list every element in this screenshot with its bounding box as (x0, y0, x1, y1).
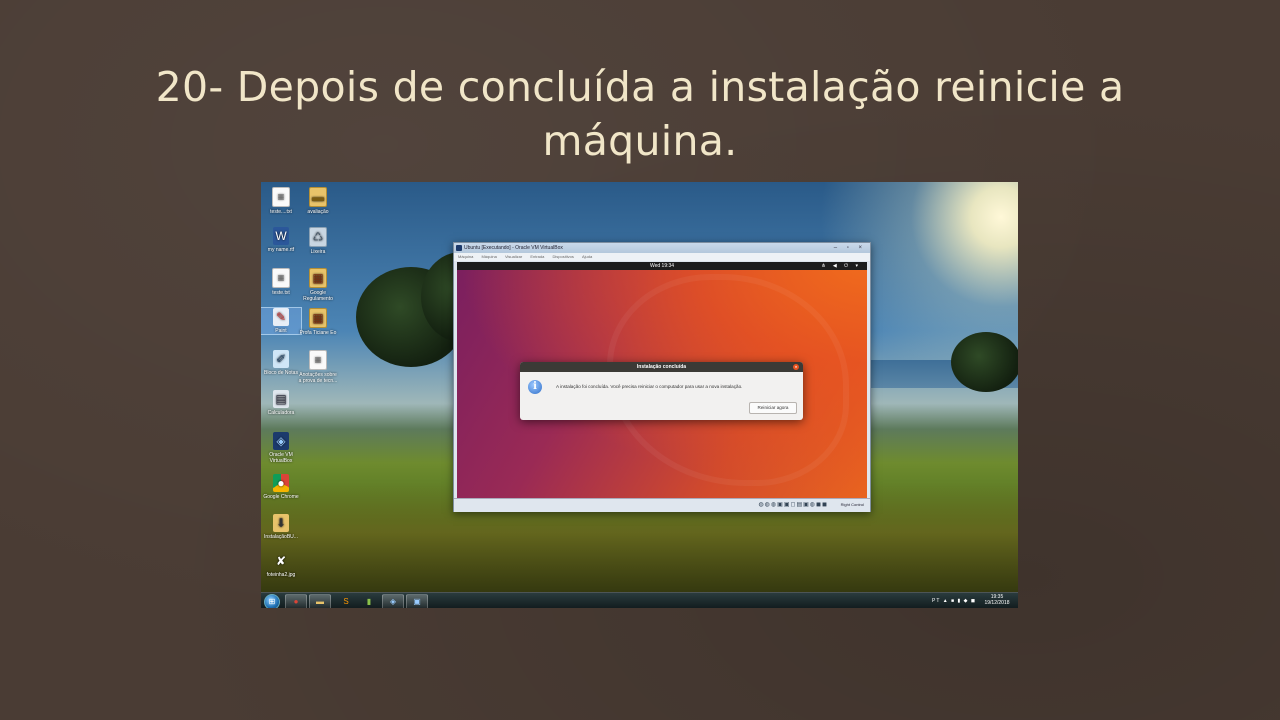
restart-now-button[interactable]: Reiniciar agora (749, 402, 797, 414)
desktop-icon-label: Bloco de Notas (264, 370, 298, 376)
window-controls[interactable]: – ▫ × (834, 243, 866, 253)
status-device-icons[interactable]: ◍◍◍▣▣◻▤▣◍◼◼ (758, 499, 828, 511)
dialog-message: A instalação foi concluída. Você precisa… (556, 384, 743, 389)
calculator-icon: ▤ (273, 390, 289, 408)
zip-folder-icon: ▦ (309, 308, 327, 328)
recycle-bin-icon: ♺ (309, 227, 327, 247)
guest-screen[interactable]: Wed 19:34 ⋔ ◀ ⏻ ▾ Instalação concluída ×… (457, 262, 867, 498)
system-tray: PT ▲ ■ ▮ ◆ ◼ 19:35 19/12/2018 (914, 594, 1014, 608)
taskbar-virtualbox-vm[interactable]: ▣ (406, 594, 428, 608)
installer-icon: ⬇ (273, 514, 289, 532)
taskbar-app[interactable]: ▮ (358, 594, 380, 608)
slide-title: 20- Depois de concluída a instalação rei… (140, 60, 1140, 168)
taskbar-clock[interactable]: 19:35 19/12/2018 (980, 594, 1014, 606)
desktop-icon-anotacoes[interactable]: ≡ Anotações sobre a prova de tecn... (298, 350, 338, 384)
desktop-icon-instalacao[interactable]: ⬇ InstalaçãoBU... (261, 514, 301, 540)
screenshot: ≡ teste....txt ▬ avaliação W my name.rtf… (261, 182, 1018, 608)
desktop-icon-google-regulamento[interactable]: ▦ Google Regulamento (298, 268, 338, 302)
slide-title-line1: 20- Depois de concluída a instalação rei… (155, 63, 1125, 111)
taskbar-chrome[interactable]: ● (285, 594, 307, 608)
installation-complete-dialog: Instalação concluída × i A instalação fo… (520, 362, 803, 420)
dialog-title: Instalação concluída × (520, 362, 803, 372)
dialog-title-text: Instalação concluída (636, 364, 687, 370)
desktop-icon-label: Lixeira (310, 249, 326, 255)
text-file-icon: ≡ (272, 187, 290, 207)
taskbar-sublime[interactable]: S (335, 594, 357, 608)
desktop-icon-label: Calculadora (267, 410, 295, 416)
virtualbox-statusbar: ◍◍◍▣▣◻▤▣◍◼◼ Right Control (454, 498, 870, 512)
paint-icon: ✎ (273, 308, 289, 326)
desktop-icon-label: teste.txt (272, 290, 290, 296)
notepad-icon: ✐ (273, 350, 289, 368)
taskbar-virtualbox[interactable]: ◈ (382, 594, 404, 608)
desktop-icon-avaliacao[interactable]: ▬ avaliação (298, 187, 338, 215)
virtualbox-icon (456, 245, 462, 251)
image-file-icon: ✘ (275, 554, 287, 568)
menu-item[interactable]: Dispositivos (552, 254, 573, 259)
desktop-icon-calculadora[interactable]: ▤ Calculadora (261, 390, 301, 416)
desktop-icon-label: Oracle VM VirtualBox (269, 452, 293, 464)
clock-date: 19/12/2018 (984, 600, 1010, 606)
desktop-icon-teste-txt[interactable]: ≡ teste....txt (261, 187, 301, 215)
desktop-icon-label: my name.rtf (267, 247, 295, 253)
taskbar: ⊞ ● ▬ S ▮ ◈ ▣ PT ▲ ■ ▮ ◆ ◼ 19:35 19/12/2… (261, 592, 1018, 608)
slide-title-line2: máquina. (542, 117, 738, 165)
virtualbox-title: Ubuntu [Executando] - Oracle VM VirtualB… (464, 245, 563, 251)
menu-item[interactable]: Máquina (458, 254, 473, 259)
desktop-icon-my-name[interactable]: W my name.rtf (261, 227, 301, 253)
text-file-icon: ≡ (272, 268, 290, 288)
wallpaper-tree (951, 332, 1018, 392)
virtualbox-window[interactable]: Ubuntu [Executando] - Oracle VM VirtualB… (453, 242, 871, 512)
word-document-icon: W (273, 227, 289, 245)
menu-item[interactable]: Visualizar (505, 254, 522, 259)
menu-item[interactable]: Ajuda (582, 254, 592, 259)
desktop-icon-label: foteinha2.jpg (266, 572, 296, 578)
desktop-icon-label: InstalaçãoBU... (264, 534, 298, 540)
menu-item[interactable]: Máquina (481, 254, 496, 259)
text-file-icon: ≡ (309, 350, 327, 370)
desktop-icon-chrome[interactable]: ● Google Chrome (261, 474, 301, 500)
desktop-icon-teste[interactable]: ≡ teste.txt (261, 268, 301, 296)
desktop-icon-label: Google Chrome (263, 494, 299, 500)
host-key-label: Right Control (840, 502, 864, 507)
desktop-icon-lixeira[interactable]: ♺ Lixeira (298, 227, 338, 255)
taskbar-explorer[interactable]: ▬ (309, 594, 331, 608)
desktop-icon-foteinha[interactable]: ✘ foteinha2.jpg (261, 552, 301, 578)
virtualbox-menubar: Máquina Máquina Visualizar Entrada Dispo… (454, 253, 870, 261)
virtualbox-titlebar[interactable]: Ubuntu [Executando] - Oracle VM VirtualB… (454, 243, 870, 253)
start-button[interactable]: ⊞ (264, 594, 280, 608)
ubuntu-clock[interactable]: Wed 19:34 (650, 263, 674, 269)
chrome-icon: ● (273, 474, 289, 492)
close-icon[interactable]: × (793, 364, 799, 370)
desktop-icon-label: avaliação (307, 209, 329, 215)
desktop-icon-paint[interactable]: ✎ Paint (261, 307, 302, 335)
info-icon: i (528, 380, 542, 394)
desktop-icon-profa[interactable]: ▦ Profa Ticiane Eo (298, 308, 338, 336)
ubuntu-system-menu[interactable]: ⋔ ◀ ⏻ ▾ (821, 262, 861, 270)
virtualbox-icon: ◈ (273, 432, 289, 450)
desktop-icon-label: Google Regulamento (303, 290, 333, 302)
desktop-icon-bloco-de-notas[interactable]: ✐ Bloco de Notas (261, 350, 301, 376)
desktop-icon-label: Anotações sobre a prova de tecn... (298, 372, 338, 384)
zip-folder-icon: ▦ (309, 268, 327, 288)
desktop-icon-label: teste....txt (270, 209, 292, 215)
tray-icons[interactable]: PT ▲ ■ ▮ ◆ ◼ (932, 598, 976, 604)
menu-item[interactable]: Entrada (530, 254, 544, 259)
ubuntu-top-bar: Wed 19:34 ⋔ ◀ ⏻ ▾ (457, 262, 867, 270)
desktop-icon-virtualbox[interactable]: ◈ Oracle VM VirtualBox (261, 432, 301, 464)
desktop-icon-label: Profa Ticiane Eo (299, 330, 337, 336)
folder-icon: ▬ (309, 187, 327, 207)
desktop-icon-label: Paint (275, 328, 287, 334)
